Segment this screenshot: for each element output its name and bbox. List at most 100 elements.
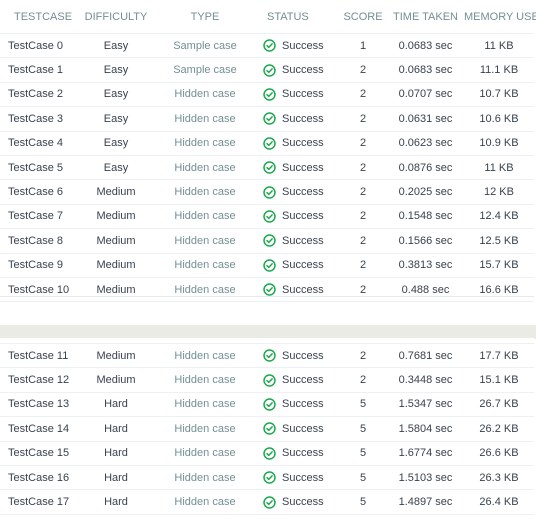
check-circle-icon: [263, 447, 276, 460]
status-text: Success: [282, 39, 324, 52]
status-cell: Success: [257, 88, 339, 101]
memory-used: 10.9 KB: [479, 137, 519, 150]
results-table-bottom: TestCase 11 Medium Hidden case Success 2…: [0, 338, 534, 519]
score: 2: [359, 283, 367, 296]
table-row: TestCase 6 Medium Hidden case Success 2 …: [0, 180, 534, 205]
table-row: TestCase 13 Hard Hidden case Success 5 1…: [0, 393, 534, 418]
score: 2: [359, 161, 367, 174]
memory-used: 11.1 KB: [479, 64, 519, 77]
status-text: Success: [282, 259, 324, 272]
status-text: Success: [282, 374, 324, 387]
score: 5: [359, 447, 367, 460]
case-type: Hidden case: [174, 161, 236, 174]
time-taken: 0.0707 sec: [398, 88, 453, 101]
check-circle-icon: [263, 495, 276, 509]
case-type: Hidden case: [174, 283, 236, 296]
testcase-name: TestCase 2: [8, 88, 64, 101]
time-taken: 0.7681 sec: [398, 349, 453, 362]
status-cell: Success: [257, 471, 339, 484]
time-taken: 0.0623 sec: [398, 137, 453, 150]
difficulty: Medium: [96, 210, 136, 223]
testcase-name: TestCase 10: [8, 283, 70, 296]
table-body-top: TestCase 0 Easy Sample case Success 1 0.…: [0, 34, 534, 303]
difficulty: Hard: [104, 471, 128, 484]
status-text: Success: [282, 283, 324, 296]
testcase-name: TestCase 4: [8, 137, 64, 150]
score: 1: [359, 39, 367, 52]
memory-used: 26.6 KB: [479, 447, 519, 460]
testcase-name: TestCase 13: [8, 398, 70, 411]
check-circle-icon: [263, 349, 276, 362]
time-taken: 0.0683 sec: [398, 64, 453, 77]
status-cell: Success: [257, 234, 339, 248]
case-type: Hidden case: [174, 259, 236, 272]
difficulty: Medium: [96, 283, 136, 296]
score: 2: [359, 349, 367, 362]
status-text: Success: [282, 471, 324, 484]
testcase-name: TestCase 12: [8, 374, 70, 387]
table-row: TestCase 2 Easy Hidden case Success 2 0.…: [0, 83, 534, 108]
difficulty: Easy: [103, 39, 129, 52]
col-time-header: TIME TAKEN: [393, 10, 458, 23]
memory-used: 15.7 KB: [479, 259, 519, 272]
col-status-header: STATUS: [267, 10, 309, 23]
status-text: Success: [282, 88, 324, 101]
time-taken: 1.5103 sec: [398, 471, 453, 484]
status-text: Success: [282, 349, 324, 362]
status-text: Success: [282, 161, 324, 174]
testcase-name: TestCase 16: [8, 471, 70, 484]
status-cell: Success: [257, 283, 339, 296]
status-text: Success: [282, 447, 324, 460]
time-taken: 0.1548 sec: [398, 210, 453, 223]
table-row: TestCase 9 Medium Hidden case Success 2 …: [0, 254, 534, 278]
status-cell: Success: [257, 258, 339, 272]
score: 5: [359, 398, 367, 411]
status-text: Success: [282, 496, 324, 509]
difficulty: Hard: [104, 398, 128, 411]
status-text: Success: [282, 210, 324, 223]
table-row: TestCase 10 Medium Hidden case Success 2…: [0, 278, 534, 303]
case-type: Hidden case: [174, 422, 236, 435]
memory-used: 11 KB: [484, 161, 514, 174]
case-type: Hidden case: [174, 447, 236, 460]
score: 2: [359, 259, 367, 272]
table-header: TESTCASE DIFFICULTY TYPE STATUS SCORE TI…: [0, 0, 536, 34]
difficulty: Easy: [103, 112, 129, 125]
check-circle-icon: [263, 471, 276, 484]
table-row: TestCase 5 Easy Hidden case Success 2 0.…: [0, 156, 534, 181]
case-type: Hidden case: [174, 112, 236, 125]
case-type: Hidden case: [174, 137, 236, 150]
status-cell: Success: [257, 137, 339, 150]
case-type: Hidden case: [174, 374, 236, 387]
status-text: Success: [282, 422, 324, 435]
status-cell: Success: [257, 447, 339, 460]
status-cell: Success: [257, 422, 339, 436]
case-type: Hidden case: [174, 496, 236, 509]
difficulty: Easy: [103, 161, 129, 174]
status-text: Success: [282, 398, 324, 411]
status-cell: Success: [257, 185, 339, 199]
score: 2: [359, 210, 367, 223]
case-type: Hidden case: [174, 471, 236, 484]
table-row: TestCase 17 Hard Hidden case Success 5 1…: [0, 490, 534, 515]
testcase-name: TestCase 11: [8, 349, 69, 362]
score: 2: [359, 186, 367, 199]
status-cell: Success: [257, 398, 339, 411]
case-type: Hidden case: [174, 349, 236, 362]
difficulty: Easy: [103, 88, 129, 101]
time-taken: 0.488 sec: [401, 283, 450, 296]
memory-used: 26.3 KB: [479, 471, 519, 484]
col-memory-header: MEMORY USED: [464, 10, 536, 23]
time-taken: 0.0683 sec: [398, 39, 453, 52]
difficulty: Easy: [103, 137, 129, 150]
check-circle-icon: [263, 373, 276, 387]
memory-used: 17.7 KB: [479, 349, 519, 362]
score: 2: [359, 64, 367, 77]
col-difficulty-header: DIFFICULTY: [84, 10, 148, 23]
time-taken: 0.0631 sec: [398, 112, 453, 125]
status-cell: Success: [257, 39, 339, 52]
memory-used: 10.6 KB: [479, 112, 519, 125]
table-row: TestCase 4 Easy Hidden case Success 2 0.…: [0, 132, 534, 156]
case-type: Hidden case: [174, 234, 236, 247]
status-cell: Success: [257, 210, 339, 223]
